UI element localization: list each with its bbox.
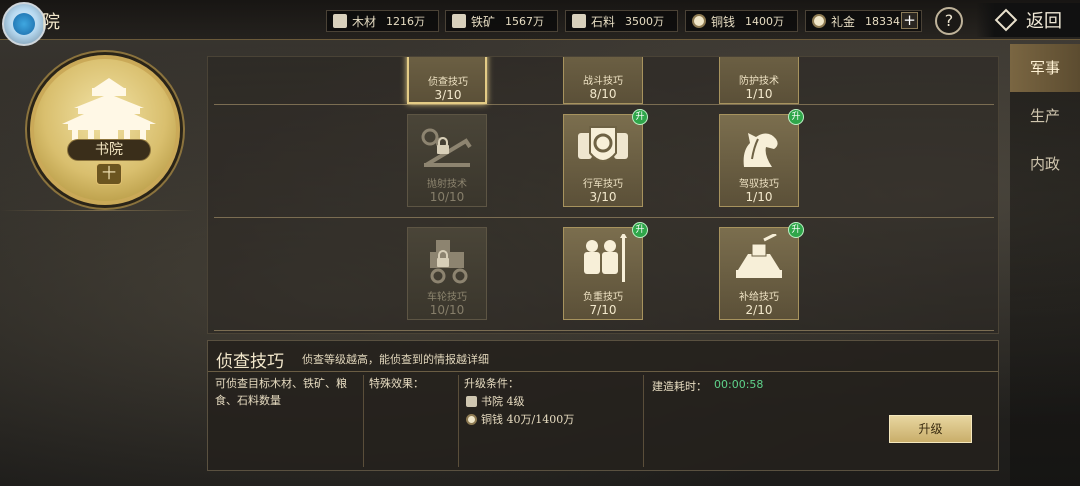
skill-tile-combat[interactable]: 战斗技巧 8/10: [563, 57, 643, 104]
add-gift-gold-button[interactable]: +: [901, 12, 918, 29]
app-logo-icon[interactable]: [2, 2, 46, 46]
resource-wood: 木材 1216万: [326, 10, 439, 32]
row-divider: [214, 217, 994, 218]
skill-tile-chariot[interactable]: 车轮技巧 10/10: [407, 227, 487, 320]
lock-icon: [437, 137, 449, 154]
divider: [458, 375, 459, 467]
soldiers-icon: [584, 234, 627, 282]
condition-academy: 书院 4级: [466, 393, 525, 409]
upgradable-badge: 升: [632, 222, 648, 238]
skill-tile-load[interactable]: 升 负重技巧 7/10: [563, 222, 648, 320]
build-time-value: 00:00:58: [714, 378, 764, 391]
tab-production[interactable]: 生产: [1010, 92, 1080, 140]
marching-shield-icon: [578, 126, 628, 162]
skill-tile-marching[interactable]: 升 行军技巧 3/10: [563, 109, 648, 207]
row-divider: [214, 104, 994, 105]
divider: [363, 375, 364, 467]
skill-tile-supply[interactable]: 升 补给技巧 2/10: [719, 222, 804, 320]
back-arrow-icon: [994, 8, 1018, 32]
skill-title: 侦查技巧: [216, 352, 284, 372]
wood-icon: [333, 14, 347, 28]
upgradable-badge: 升: [788, 109, 804, 125]
skill-subtitle: 侦查等级越高，能侦查到的情报越详细: [302, 353, 489, 366]
skill-tile-defense[interactable]: 防护技术 1/10: [719, 57, 799, 104]
building-name: 书院: [67, 139, 151, 161]
skill-tile-projectile[interactable]: 抛射技术 10/10: [407, 114, 487, 207]
stone-icon: [572, 14, 586, 28]
resource-iron: 铁矿 1567万: [445, 10, 558, 32]
divider: [208, 371, 998, 372]
copper-coin-icon: [466, 413, 477, 425]
row-divider: [214, 330, 994, 331]
academy-emblem: 书院 十: [30, 55, 180, 205]
category-tabs: 军事 生产 内政: [1010, 44, 1080, 486]
copper-coin-icon: [692, 14, 706, 28]
horse-icon: [743, 133, 778, 167]
building-detail-button[interactable]: 十: [96, 163, 122, 185]
skill-tile-riding[interactable]: 升 驾驭技巧 1/10: [719, 109, 804, 207]
special-effect-label: 特殊效果：: [369, 377, 424, 390]
help-button[interactable]: ?: [935, 7, 963, 35]
divider: [643, 375, 644, 467]
tab-military[interactable]: 军事: [1010, 44, 1080, 92]
tab-internal-affairs[interactable]: 内政: [1010, 140, 1080, 188]
resource-stone: 石料 3500万: [565, 10, 678, 32]
back-button[interactable]: 返回: [976, 3, 1080, 37]
academy-icon: [466, 395, 477, 407]
page-title: 院: [42, 12, 60, 33]
gift-gold-icon: [812, 14, 826, 28]
upgradable-badge: 升: [788, 222, 804, 238]
upgradable-badge: 升: [632, 109, 648, 125]
resource-copper: 铜钱 1400万: [685, 10, 798, 32]
supply-crate-icon: [736, 234, 782, 278]
skill-grid: 侦查技巧 3/10 战斗技巧 8/10 防护技术 1/10 抛射技术 10/10: [207, 56, 999, 334]
upgrade-button[interactable]: 升级: [889, 415, 972, 443]
iron-ore-icon: [452, 14, 466, 28]
top-bar: 院 木材 1216万 铁矿 1567万 石料 3500万 铜钱 1400万 礼金…: [0, 0, 1080, 46]
skill-detail-panel: 侦查技巧 侦查等级越高，能侦查到的情报越详细 可侦查目标木材、铁矿、粮食、石料数…: [207, 340, 999, 471]
condition-copper: 铜钱 40万/1400万: [466, 411, 574, 427]
divider: [0, 210, 196, 211]
skill-tile-scouting[interactable]: 侦查技巧 3/10: [407, 57, 487, 104]
upgrade-conditions-label: 升级条件：: [464, 377, 519, 390]
skill-description: 可侦查目标木材、铁矿、粮食、石料数量: [215, 377, 347, 407]
lock-icon: [437, 250, 449, 267]
build-time-label: 建造耗时：: [652, 380, 707, 393]
